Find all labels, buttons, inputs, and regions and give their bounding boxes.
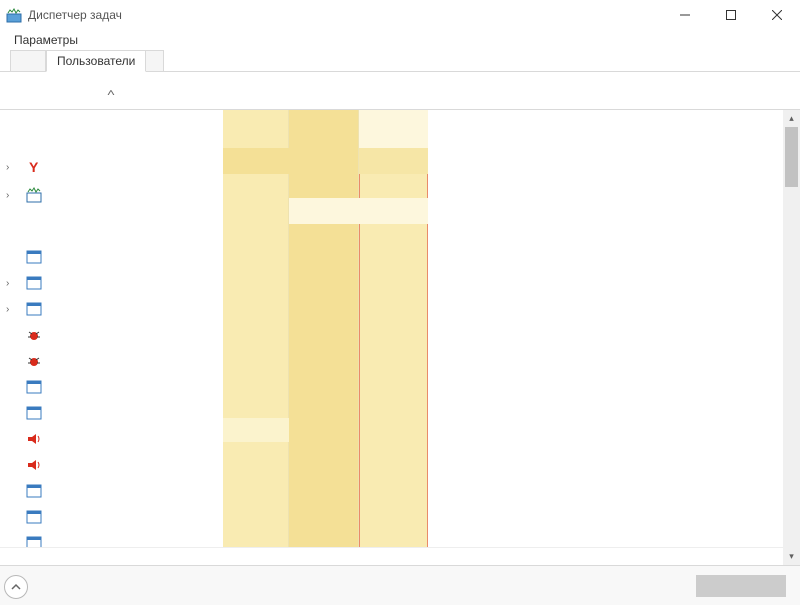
scroll-thumb[interactable] <box>785 127 798 187</box>
fewer-details-button[interactable] <box>4 575 28 599</box>
footer <box>0 565 800 605</box>
bug-icon <box>26 327 42 343</box>
app-icon <box>26 379 42 395</box>
app-icon <box>26 483 42 499</box>
sort-indicator-icon: ˄ <box>107 88 115 99</box>
task-manager-icon <box>6 7 22 23</box>
process-row[interactable]: › <box>0 296 783 322</box>
app-icon <box>26 301 42 317</box>
titlebar: Диспетчер задач <box>0 0 800 30</box>
process-row[interactable] <box>0 244 783 270</box>
close-button[interactable] <box>754 0 800 30</box>
tab-spacer[interactable] <box>10 50 46 71</box>
expander-icon[interactable]: › <box>6 190 16 201</box>
process-row[interactable] <box>0 374 783 400</box>
table-bottom-edge <box>0 547 783 565</box>
tabstrip: Пользователи <box>0 50 800 72</box>
end-task-button[interactable] <box>696 575 786 597</box>
tab-users[interactable]: Пользователи <box>46 50 146 72</box>
process-row[interactable]: ›Y <box>0 154 783 180</box>
process-row[interactable] <box>0 426 783 452</box>
maximize-button[interactable] <box>708 0 754 30</box>
expander-icon[interactable]: › <box>6 278 16 289</box>
process-table: ›Y››› <box>0 110 800 565</box>
perf-icon <box>26 187 42 203</box>
app-icon <box>26 249 42 265</box>
app-icon <box>26 509 42 525</box>
process-row[interactable] <box>0 478 783 504</box>
app-icon <box>26 405 42 421</box>
app-icon <box>26 275 42 291</box>
column-headers[interactable]: ˄ <box>0 72 800 110</box>
process-row[interactable] <box>0 322 783 348</box>
svg-text:Y: Y <box>29 159 39 175</box>
audio-icon <box>26 457 42 473</box>
yandex-icon: Y <box>26 159 42 175</box>
process-row[interactable] <box>0 348 783 374</box>
window-title: Диспетчер задач <box>28 8 122 22</box>
process-row[interactable] <box>0 452 783 478</box>
tab-spacer[interactable] <box>146 50 164 71</box>
vertical-scrollbar[interactable]: ▴ ▾ <box>783 110 800 565</box>
process-row[interactable] <box>0 504 783 530</box>
process-row[interactable] <box>0 400 783 426</box>
minimize-button[interactable] <box>662 0 708 30</box>
audio-icon <box>26 431 42 447</box>
expander-icon[interactable]: › <box>6 162 16 173</box>
menubar: Параметры <box>0 30 800 50</box>
menu-parameters[interactable]: Параметры <box>14 33 78 47</box>
scroll-down-icon[interactable]: ▾ <box>783 548 800 565</box>
process-row[interactable]: › <box>0 182 783 208</box>
process-row[interactable]: › <box>0 270 783 296</box>
expander-icon[interactable]: › <box>6 304 16 315</box>
bug-icon <box>26 353 42 369</box>
scroll-up-icon[interactable]: ▴ <box>783 110 800 127</box>
